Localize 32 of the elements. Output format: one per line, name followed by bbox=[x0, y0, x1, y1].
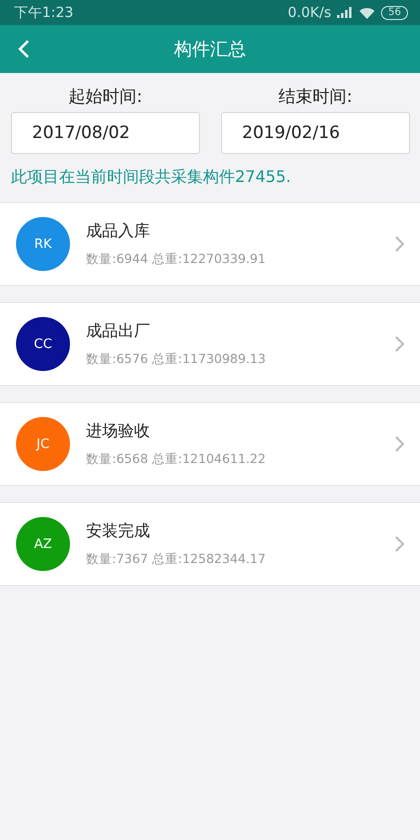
item-title: 安装完成 bbox=[86, 520, 151, 542]
status-time: 下午1:23 bbox=[14, 4, 74, 22]
item-title: 进场验收 bbox=[86, 420, 151, 442]
avatar-badge: AZ bbox=[16, 517, 70, 571]
date-field[interactable]: 2017/08/02 bbox=[11, 112, 200, 154]
avatar-badge: RK bbox=[16, 217, 70, 271]
battery-icon: 56 bbox=[381, 6, 408, 20]
back-icon bbox=[18, 39, 30, 59]
signal-icon bbox=[337, 7, 354, 18]
item-detail: 数量:6568 总重:12104611.22 bbox=[86, 450, 267, 468]
date-label: 起始时间: bbox=[68, 86, 144, 108]
network-speed: 0.0K/s bbox=[288, 4, 332, 20]
item-title: 成品入库 bbox=[86, 220, 151, 242]
wifi-icon bbox=[359, 6, 376, 18]
chevron-icon bbox=[394, 336, 404, 352]
date-label: 结束时间: bbox=[278, 86, 354, 108]
item-detail: 数量:6576 总重:11730989.13 bbox=[86, 350, 267, 368]
chevron-icon bbox=[394, 236, 404, 252]
date-field[interactable]: 2019/02/16 bbox=[221, 112, 410, 154]
page-title: 构件汇总 bbox=[174, 38, 246, 61]
item-detail: 数量:6944 总重:12270339.91 bbox=[86, 250, 267, 268]
avatar-badge: CC bbox=[16, 317, 70, 371]
chevron-icon bbox=[394, 536, 404, 552]
list-item[interactable]: JC 进场验收 数量:6568 总重:12104611.22 bbox=[0, 402, 420, 486]
list-item[interactable]: AZ 安装完成 数量:7367 总重:12582344.17 bbox=[0, 502, 420, 586]
list-item[interactable]: RK 成品入库 数量:6944 总重:12270339.91 bbox=[0, 202, 420, 286]
chevron-icon bbox=[394, 436, 404, 452]
item-detail: 数量:7367 总重:12582344.17 bbox=[86, 550, 267, 568]
list-item[interactable]: CC 成品出厂 数量:6576 总重:11730989.13 bbox=[0, 302, 420, 386]
summary-text: 此项目在当前时间段共采集构件27455. bbox=[11, 167, 292, 188]
item-title: 成品出厂 bbox=[86, 320, 151, 342]
avatar-badge: JC bbox=[16, 417, 70, 471]
